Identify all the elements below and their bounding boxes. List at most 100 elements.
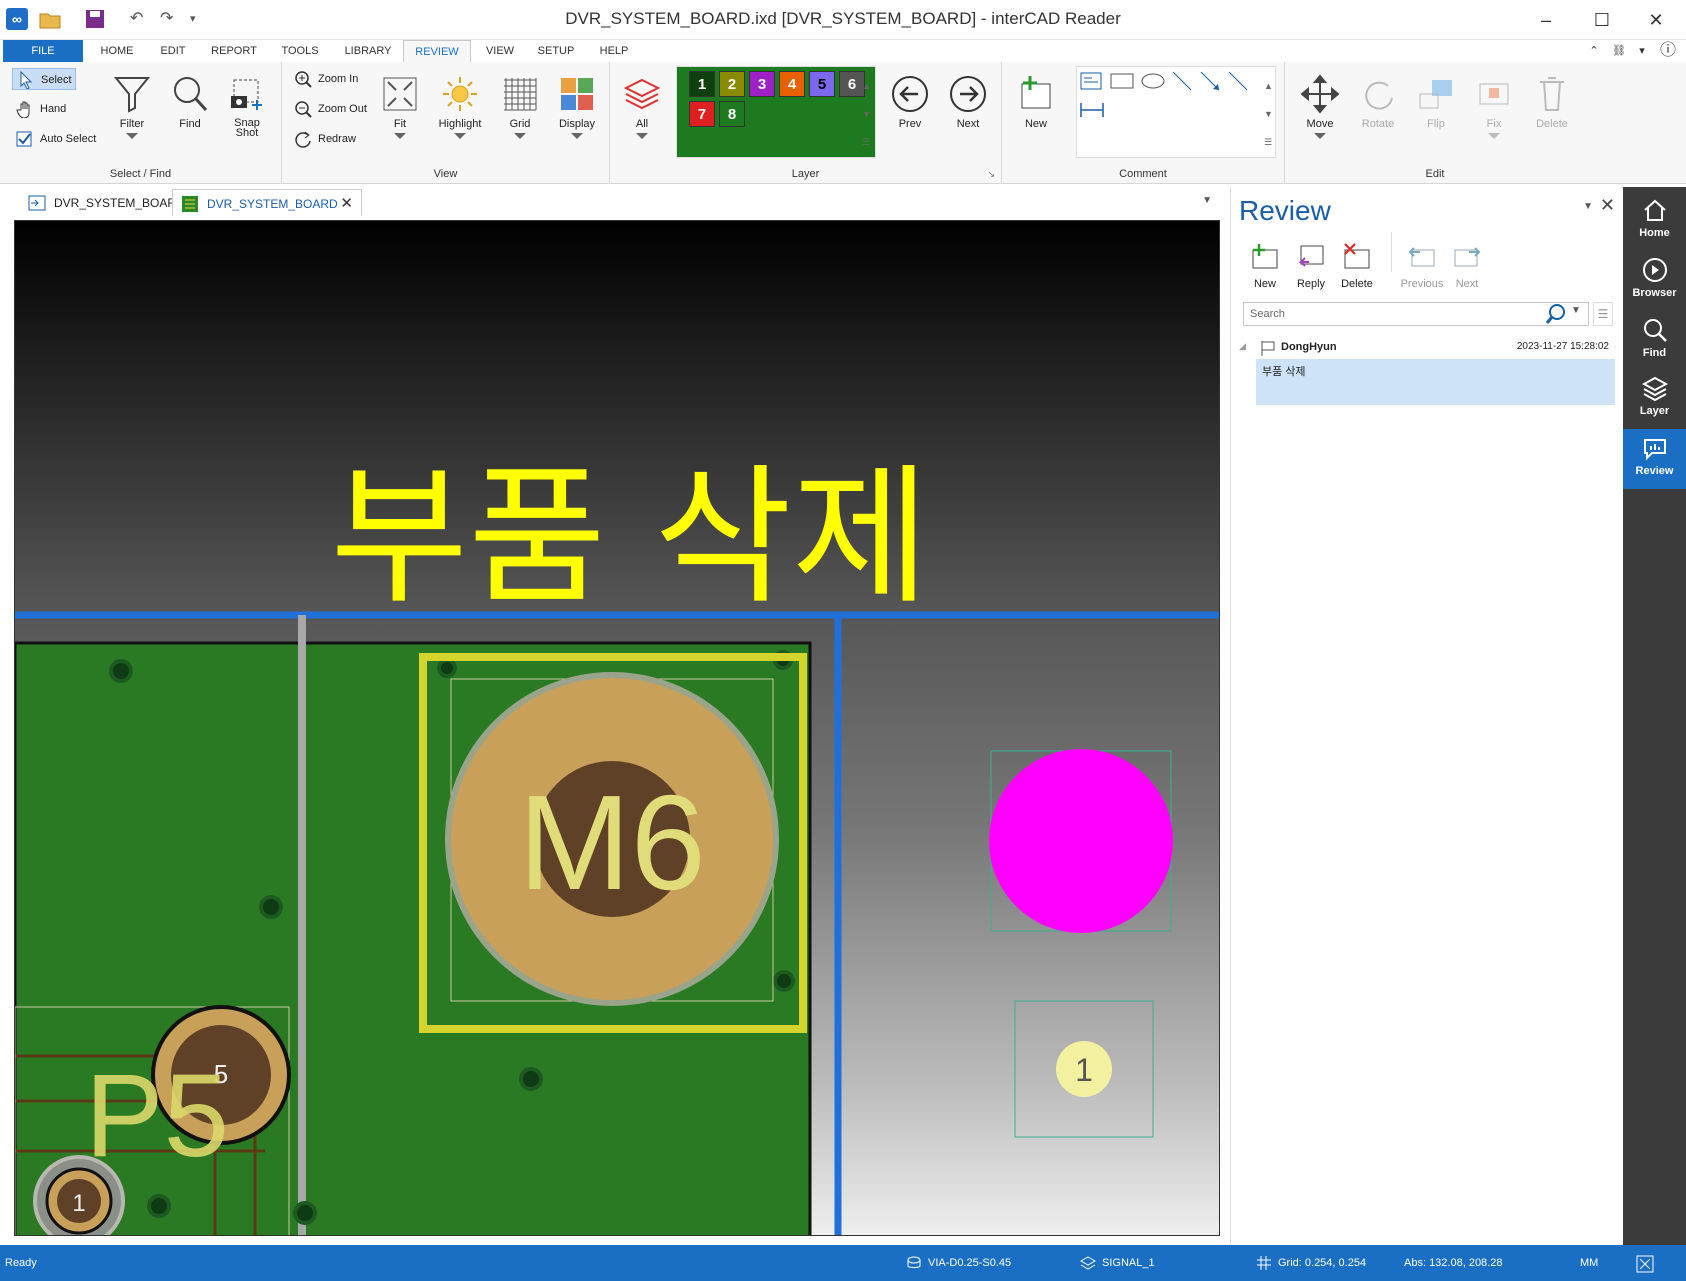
arrow-left-icon [892, 76, 928, 112]
nav-home[interactable]: Home [1623, 191, 1686, 251]
comment-header[interactable]: ◢ DongHyun 2023-11-27 15:28:02 [1239, 337, 1619, 359]
pcb-canvas[interactable]: M6 5 P5 1 1 부품 삭제 [14, 220, 1220, 1236]
minimize-button[interactable]: – [1526, 6, 1566, 34]
pad1-label: 1 [1075, 1052, 1093, 1088]
fit-screen-icon[interactable] [1636, 1245, 1660, 1281]
redraw-button[interactable]: Redraw [290, 128, 376, 150]
display-button[interactable]: Display [552, 74, 602, 139]
dialog-launcher-icon[interactable]: ↘ [987, 169, 995, 180]
doc-tab-1[interactable]: DVR_SYSTEM_BOARD [20, 189, 185, 217]
hand-tool-button[interactable]: Hand [12, 98, 76, 120]
search-icon[interactable] [1545, 303, 1567, 325]
display-icon [561, 78, 593, 110]
close-window-button[interactable]: ✕ [1636, 6, 1676, 34]
layers-icon [623, 78, 661, 110]
flip-button[interactable]: Flip [1411, 74, 1461, 130]
sun-icon [443, 77, 477, 111]
grid-button[interactable]: Grid [496, 74, 544, 139]
refresh-icon [295, 131, 311, 148]
layer-chip-5[interactable]: 5 [809, 71, 835, 97]
menu-setup[interactable]: SETUP [534, 40, 578, 62]
zoom-in-button[interactable]: Zoom In [290, 68, 376, 90]
menu-library[interactable]: LIBRARY [340, 40, 396, 62]
layer-chip-7[interactable]: 7 [689, 101, 715, 127]
next-button[interactable]: Next [944, 74, 992, 130]
nav-find[interactable]: Find [1623, 311, 1686, 371]
search-options-dropdown-icon[interactable]: ▼ [1571, 305, 1581, 316]
status-units[interactable]: MM [1580, 1245, 1598, 1281]
p5-label: P5 [85, 1050, 229, 1182]
status-layer[interactable]: SIGNAL_1 [1080, 1245, 1155, 1281]
layer-chip-3[interactable]: 3 [749, 71, 775, 97]
menu-help[interactable]: HELP [594, 40, 634, 62]
group-view: Zoom In Zoom Out Redraw Fit Highlight Gr… [282, 62, 610, 184]
collapse-comment-icon[interactable]: ◢ [1239, 341, 1246, 352]
collapse-ribbon-icon[interactable]: ⌃ [1586, 40, 1602, 62]
camera-icon [231, 79, 262, 110]
cursor-icon [20, 71, 33, 89]
dropdown-icon[interactable]: ▾ [1636, 40, 1648, 62]
flip-icon [1419, 80, 1452, 109]
previous-comment-icon [1408, 247, 1435, 267]
layer-chip-4[interactable]: 4 [779, 71, 805, 97]
link-icon[interactable]: ⛓ [1608, 40, 1630, 62]
arrow-right-icon [950, 76, 986, 112]
status-via[interactable]: VIA-D0.25-S0.45 [906, 1245, 1011, 1281]
flag-icon[interactable] [1259, 339, 1277, 357]
filter-button[interactable]: Filter [108, 74, 156, 139]
panel-menu-icon[interactable]: ▼ [1583, 201, 1593, 212]
snapshot-button[interactable]: Snap Shot [222, 74, 272, 139]
tab-list-dropdown-icon[interactable]: ▼ [1202, 195, 1212, 206]
status-bar: Ready VIA-D0.25-S0.45 SIGNAL_1 Grid: 0.2… [0, 1245, 1686, 1281]
fix-button[interactable]: Fix [1469, 74, 1519, 139]
add-comment-icon [1252, 244, 1278, 269]
menu-home[interactable]: HOME [92, 40, 142, 62]
text-box-shape-icon [1080, 72, 1102, 90]
help-icon[interactable]: ⓘ [1656, 40, 1680, 62]
nav-layer[interactable]: Layer [1623, 369, 1686, 429]
select-tool-button[interactable]: Select [12, 68, 76, 90]
group-label-view: View [433, 168, 458, 180]
menu-edit[interactable]: EDIT [150, 40, 196, 62]
menu-report[interactable]: REPORT [206, 40, 262, 62]
hand-icon [16, 101, 30, 118]
menu-file[interactable]: FILE [3, 40, 83, 62]
auto-select-checkbox[interactable]: Auto Select [12, 128, 108, 150]
menu-review[interactable]: REVIEW [403, 40, 471, 62]
close-panel-icon[interactable]: ✕ [1600, 195, 1615, 216]
all-layers-button[interactable]: All [620, 74, 664, 139]
move-button[interactable]: Move [1295, 74, 1345, 139]
find-button[interactable]: Find [166, 74, 214, 130]
zoom-out-button[interactable]: Zoom Out [290, 98, 376, 120]
status-grid[interactable]: Grid: 0.254, 0.254 [1256, 1245, 1366, 1281]
review-reply-button[interactable]: Reply [1289, 242, 1333, 290]
review-next-button[interactable]: Next [1445, 242, 1489, 290]
nav-review[interactable]: Review [1623, 429, 1686, 489]
comment-text: 부품 삭제 [1262, 366, 1306, 378]
gallery-scroll-icons[interactable]: ▲ ▼ ☰ [862, 72, 871, 156]
comment-body[interactable]: 부품 삭제 [1256, 359, 1615, 405]
nav-browser[interactable]: Browser [1623, 251, 1686, 311]
highlight-button[interactable]: Highlight [428, 74, 492, 139]
status-abs-coordinates: Abs: 132.08, 208.28 [1404, 1257, 1503, 1269]
rotate-button[interactable]: Rotate [1353, 74, 1403, 130]
dimension-shape-icon [1080, 103, 1104, 117]
review-delete-button[interactable]: Delete [1335, 242, 1379, 290]
doc-tab-2[interactable]: DVR_SYSTEM_BOARD ✕ [172, 189, 362, 217]
menu-view[interactable]: VIEW [480, 40, 520, 62]
review-search-input[interactable]: Search [1243, 302, 1589, 326]
review-previous-button[interactable]: Previous [1395, 242, 1449, 290]
review-new-button[interactable]: New [1243, 242, 1287, 290]
delete-button[interactable]: Delete [1527, 74, 1577, 130]
comment-gallery-scroll-icons[interactable]: ▲ ▼ ☰ [1264, 72, 1273, 156]
layer-chip-2[interactable]: 2 [719, 71, 745, 97]
list-view-icon[interactable]: ☰ [1593, 302, 1613, 326]
fit-button[interactable]: Fit [378, 74, 422, 139]
close-tab-icon[interactable]: ✕ [340, 190, 353, 218]
layer-chip-1[interactable]: 1 [689, 71, 715, 97]
menu-tools[interactable]: TOOLS [276, 40, 324, 62]
prev-button[interactable]: Prev [886, 74, 934, 130]
new-comment-button[interactable]: New [1012, 74, 1060, 130]
layer-chip-8[interactable]: 8 [719, 101, 745, 127]
maximize-button[interactable]: ☐ [1582, 6, 1622, 34]
